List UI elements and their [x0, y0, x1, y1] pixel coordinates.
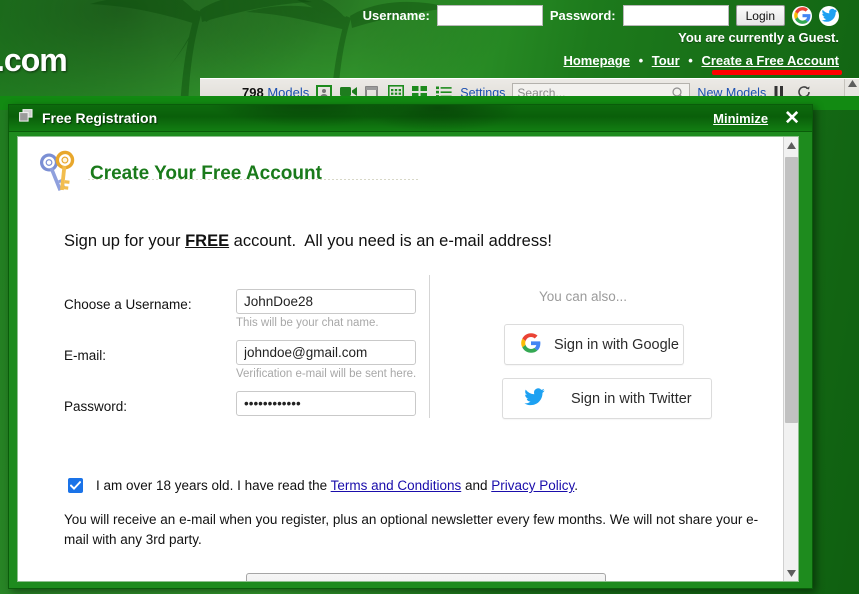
google-icon[interactable] [792, 5, 812, 26]
email-field-label: E-mail: [64, 348, 107, 363]
page-title: Create Your Free Account [90, 162, 322, 184]
dialog-title: Free Registration [42, 110, 158, 126]
sign-in-with-twitter-button[interactable]: Sign in with Twitter [502, 378, 712, 419]
agree-text-before: I am over 18 years old. I have read the [96, 478, 331, 493]
minimize-button[interactable]: Minimize [713, 111, 768, 126]
google-icon [521, 332, 541, 357]
nav-tour[interactable]: Tour [652, 53, 680, 68]
scrollbar-thumb[interactable] [785, 157, 798, 423]
dialog-scrollbar[interactable] [783, 137, 798, 581]
dialog-subtitle: Sign up for your FREE account. All you n… [64, 232, 552, 251]
site-logo: .com [0, 42, 68, 78]
twitter-icon [522, 386, 547, 412]
subtitle-before: Sign up for your [64, 232, 186, 250]
password-field-label: Password: [64, 399, 128, 414]
agree-text-after: . [574, 478, 579, 493]
guest-status: You are currently a Guest. [678, 30, 839, 45]
nav-homepage[interactable]: Homepage [563, 53, 629, 68]
keys-icon [40, 149, 80, 198]
field-row-username: Choose a Username: This will be your cha… [64, 289, 424, 340]
agree-text: I am over 18 years old. I have read the … [96, 478, 578, 493]
nav-links: Homepage • Tour • Create a Free Account [563, 53, 839, 68]
field-row-email: E-mail: Verification e-mail will be sent… [64, 340, 424, 391]
dialog-content: Create Your Free Account Sign up for you… [18, 137, 785, 581]
free-registration-dialog: Free Registration Minimize ✕ Create Your… [8, 104, 813, 589]
privacy-policy-link[interactable]: Privacy Policy [491, 478, 574, 493]
email-field[interactable] [236, 340, 416, 365]
dialog-heading-row: Create Your Free Account [40, 149, 322, 198]
password-label: Password: [549, 8, 616, 23]
username-field[interactable] [236, 289, 416, 314]
email-notice-text: You will receive an e-mail when you regi… [64, 512, 759, 547]
username-field-label: Choose a Username: [64, 297, 192, 312]
window-restore-icon [19, 109, 33, 127]
nav-create-free-account[interactable]: Create a Free Account [701, 53, 839, 68]
terms-and-conditions-link[interactable]: Terms and Conditions [331, 478, 462, 493]
password-input[interactable] [622, 5, 729, 26]
dialog-titlebar-actions: Minimize ✕ [713, 105, 800, 132]
agree-checkbox[interactable] [68, 478, 83, 493]
scroll-up-arrow-icon[interactable] [784, 137, 798, 153]
scroll-down-arrow-icon[interactable] [784, 565, 798, 581]
subtitle-emphasis: FREE [185, 232, 230, 250]
dialog-titlebar: Free Registration Minimize ✕ [9, 105, 812, 132]
close-icon[interactable]: ✕ [784, 109, 800, 128]
google-button-label: Sign in with Google [554, 336, 679, 353]
create-account-button[interactable]: Create Account! [246, 573, 606, 581]
username-field-hint: This will be your chat name. [236, 317, 379, 329]
social-caption: You can also... [538, 289, 628, 304]
username-label: Username: [362, 8, 430, 23]
twitter-button-label: Sign in with Twitter [571, 390, 692, 407]
sign-in-with-google-button[interactable]: Sign in with Google [504, 324, 684, 365]
email-field-hint: Verification e-mail will be sent here. [236, 368, 417, 380]
social-signin-column: You can also... Sign in with Google Sign… [458, 289, 758, 419]
field-row-password: Password: [64, 391, 424, 442]
username-input[interactable] [436, 5, 543, 26]
dialog-body: Create Your Free Account Sign up for you… [17, 136, 799, 582]
heading-divider [88, 179, 418, 180]
nav-separator-2: • [688, 53, 693, 68]
nav-separator-1: • [638, 53, 644, 68]
create-account-highlight-underline [712, 70, 842, 75]
login-button[interactable]: Login [735, 5, 785, 26]
registration-form: Choose a Username: This will be your cha… [64, 289, 424, 442]
login-bar: Username: Password: Login [363, 5, 839, 26]
password-field[interactable] [236, 391, 416, 416]
age-agreement-row: I am over 18 years old. I have read the … [68, 478, 578, 493]
subtitle-after: account. All you need is an e-mail addre… [229, 232, 552, 250]
site-header: .com Username: Password: Login You are c… [0, 0, 859, 78]
agree-text-middle: and [461, 478, 492, 493]
twitter-icon[interactable] [819, 5, 839, 26]
vertical-divider [429, 275, 430, 418]
